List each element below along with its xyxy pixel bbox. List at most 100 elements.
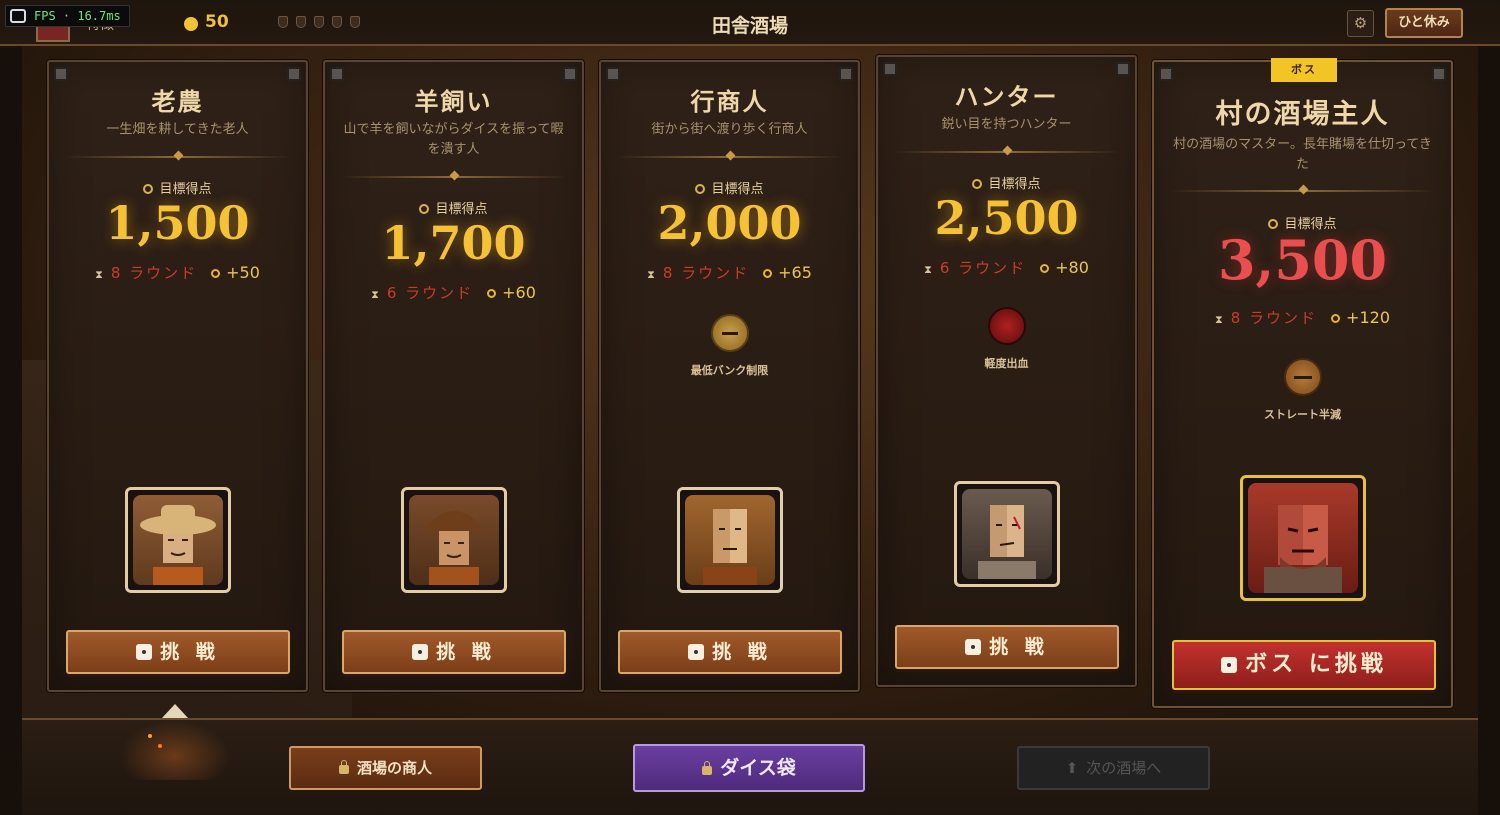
opponent-description: 鋭い目を持つハンター <box>941 117 1072 132</box>
rivet-icon <box>1432 67 1446 81</box>
target-label: 目標得点 <box>601 178 858 197</box>
boss-challenge-button[interactable]: ボス に挑戦 <box>1172 640 1436 690</box>
opponent-portrait <box>954 481 1060 587</box>
hourglass-icon: ⧗ <box>647 268 655 281</box>
die-icon <box>136 644 153 660</box>
opponent-card-farmer: 老農 一生畑を耕してきた老人 目標得点 1,500 ⧗ 8 ラウンド +50 挑 戦 <box>47 60 308 692</box>
hourglass-icon: ⧗ <box>95 268 103 281</box>
target-score: 1,700 <box>381 216 526 270</box>
round-count: 8 ラウンド <box>110 264 198 282</box>
divider <box>1170 184 1435 195</box>
rivet-icon <box>883 62 897 76</box>
opponent-portrait <box>677 487 783 593</box>
next-tavern-button[interactable]: ⬆ 次の酒場へ <box>1017 746 1210 790</box>
opponent-card-shepherd: 羊飼い 山で羊を飼いながらダイスを振って暇を潰す人 目標得点 1,700 ⧗ 6 … <box>323 60 584 692</box>
coin-reward: +80 <box>1055 258 1089 277</box>
target-score: 3,500 <box>1217 228 1388 292</box>
opponent-name: 村の酒場主人 <box>1215 99 1390 130</box>
rivet-icon <box>563 67 577 81</box>
die-icon <box>1221 657 1238 673</box>
target-label: 目標得点 <box>878 173 1135 192</box>
rivet-icon <box>330 67 344 81</box>
opponent-name: 行商人 <box>690 88 769 116</box>
die-icon <box>688 644 705 660</box>
opponent-portrait <box>401 487 507 593</box>
right-border <box>1478 0 1500 815</box>
challenge-button[interactable]: 挑 戦 <box>895 625 1119 669</box>
round-count: 8 ラウンド <box>662 264 750 282</box>
opponent-name: 老農 <box>151 88 204 116</box>
bag-icon <box>702 761 713 775</box>
round-info: ⧗ 6 ラウンド +60 <box>325 282 582 303</box>
round-info: ⧗ 8 ラウンド +120 <box>1154 307 1451 328</box>
boss-portrait <box>1240 475 1366 601</box>
rivet-icon <box>839 67 853 81</box>
round-count: 6 ラウンド <box>386 284 474 302</box>
signpost-icon: ⬆ <box>1065 759 1079 777</box>
target-score: 2,000 <box>657 196 802 250</box>
boss-badge: ボス <box>1271 58 1337 82</box>
modifier-label: 最低バンク制限 <box>690 364 769 377</box>
round-info: ⧗ 8 ラウンド +50 <box>49 262 306 283</box>
rivet-icon <box>606 67 620 81</box>
hourglass-icon: ⧗ <box>924 263 932 276</box>
settings-button[interactable]: ⚙ <box>1347 10 1374 37</box>
hourglass-icon: ⧗ <box>371 288 379 301</box>
hourglass-icon: ⧗ <box>1215 313 1223 326</box>
opponent-description: 一生畑を耕してきた老人 <box>106 122 249 137</box>
rest-button[interactable]: ひと休み <box>1385 8 1463 38</box>
gear-icon: ⚙ <box>1353 14 1368 32</box>
modifier: 軽度出血 <box>878 307 1135 371</box>
die-icon <box>412 644 429 660</box>
rivet-icon <box>287 67 301 81</box>
hunter-portrait-icon <box>978 505 1036 579</box>
rivet-icon <box>54 67 68 81</box>
modifier: ストレート半減 <box>1154 358 1451 422</box>
coin-reward: +50 <box>226 263 260 282</box>
opponent-description: 村の酒場のマスター。長年賭場を仕切ってきた <box>1173 137 1432 172</box>
round-info: ⧗ 6 ラウンド +80 <box>878 257 1135 278</box>
left-border <box>0 0 22 815</box>
page-title: 田舎酒場 <box>711 15 788 37</box>
round-count: 6 ラウンド <box>939 259 1027 277</box>
die-icon <box>965 639 982 655</box>
rivet-icon <box>1159 67 1173 81</box>
coin-icon <box>1331 314 1341 323</box>
coin-icon <box>487 289 497 298</box>
round-info: ⧗ 8 ラウンド +65 <box>601 262 858 283</box>
target-icon <box>972 179 983 189</box>
merchant-portrait-icon <box>703 509 757 585</box>
bag-icon <box>338 760 349 774</box>
coin-reward: +65 <box>778 263 812 282</box>
challenge-button[interactable]: 挑 戦 <box>342 630 566 674</box>
target-score: 1,500 <box>105 196 250 250</box>
tavern-merchant-button[interactable]: 酒場の商人 <box>289 746 482 790</box>
opponent-card-hunter: ハンター 鋭い目を持つハンター 目標得点 2,500 ⧗ 6 ラウンド +80 軽度… <box>876 55 1137 687</box>
tavern-master-portrait-icon <box>1264 505 1342 593</box>
campfire-decoration <box>120 720 230 780</box>
dice-bag-button[interactable]: ダイス袋 <box>633 744 865 792</box>
challenge-button[interactable]: 挑 戦 <box>66 630 290 674</box>
opponent-portrait <box>125 487 231 593</box>
coin-icon <box>763 269 773 278</box>
rivet-icon <box>1116 62 1130 76</box>
challenge-button[interactable]: 挑 戦 <box>618 630 842 674</box>
opponent-card-boss: ボス 村の酒場主人 村の酒場のマスター。長年賭場を仕切ってきた 目標得点 3,5… <box>1152 58 1453 708</box>
divider <box>341 170 566 181</box>
target-icon <box>143 184 154 194</box>
opponent-description: 山で羊を飼いながらダイスを振って暇を潰す人 <box>343 122 564 157</box>
minimum-bank-icon <box>710 314 749 352</box>
coin-icon <box>1040 264 1050 273</box>
shepherd-portrait-icon <box>423 511 485 585</box>
target-score: 2,500 <box>934 191 1079 245</box>
target-icon <box>419 204 430 214</box>
target-label: 目標得点 <box>49 178 306 197</box>
opponent-name: 羊飼い <box>414 88 493 116</box>
coin-icon <box>211 269 221 278</box>
selection-pointer-icon <box>162 704 188 718</box>
divider <box>65 150 290 161</box>
opponent-card-merchant: 行商人 街から街へ渡り歩く行商人 目標得点 2,000 ⧗ 8 ラウンド +65 最… <box>599 60 860 692</box>
top-bar: 特徴 FPS · 16.7ms 50 田舎酒場 ⚙ ひと休み <box>0 0 1500 46</box>
modifier-label: 軽度出血 <box>984 357 1029 370</box>
opponent-name: ハンター <box>954 83 1059 111</box>
